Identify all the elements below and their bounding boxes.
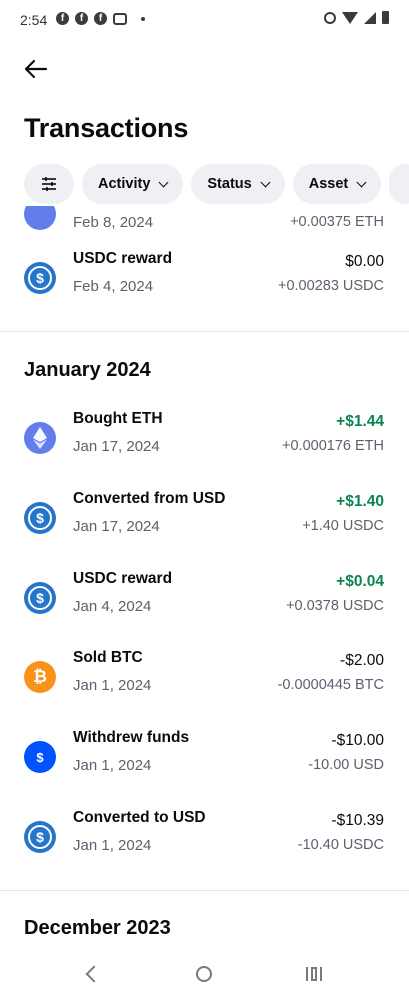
transaction-date: Feb 8, 2024 (73, 214, 154, 231)
transaction-amount: -$2.00 (340, 652, 384, 669)
more-filter-chip[interactable] (389, 164, 409, 204)
signal-icon (364, 11, 376, 24)
transaction-row[interactable]: $ Converted to USD Jan 1, 2024 -$10.39 -… (0, 797, 409, 877)
battery-icon (382, 11, 389, 24)
transaction-date: Jan 1, 2024 (73, 677, 152, 694)
back-button[interactable] (22, 56, 50, 82)
transaction-row[interactable]: $ USDC reward Jan 4, 2024 +$0.04 +0.0378… (0, 558, 409, 638)
transaction-title: USDC reward (73, 250, 173, 267)
transaction-date: Jan 1, 2024 (73, 837, 152, 854)
nav-recents-icon[interactable] (306, 967, 322, 981)
transaction-title: Bought ETH (73, 410, 163, 427)
transaction-date: Jan 17, 2024 (73, 438, 160, 455)
transaction-date: Feb 4, 2024 (73, 278, 154, 295)
transaction-amount: +$1.40 (336, 493, 384, 510)
system-navigation-bar (0, 950, 409, 1000)
eth-icon (24, 206, 56, 230)
facebook-notification-icon: f (94, 12, 107, 25)
transaction-quantity: +1.40 USDC (302, 518, 384, 534)
status-filter-label: Status (207, 176, 252, 192)
transaction-amount: -$10.39 (331, 812, 384, 829)
usd-icon: $ (24, 741, 56, 773)
chevron-down-icon (260, 177, 271, 187)
section-divider (0, 890, 409, 891)
transaction-amount: +$1.44 (336, 413, 384, 430)
transaction-title: Converted from USD (73, 490, 226, 507)
eth-icon (24, 422, 56, 454)
transaction-title: Sold BTC (73, 649, 143, 666)
transaction-quantity: +0.0378 USDC (286, 598, 384, 614)
transaction-date: Jan 17, 2024 (73, 518, 160, 535)
messenger-notification-icon (113, 12, 127, 25)
usdc-icon: $ (24, 821, 56, 853)
more-notifications-dot (141, 16, 145, 21)
facebook-notification-icon: f (56, 12, 69, 25)
transaction-quantity: -0.0000445 BTC (277, 677, 384, 693)
status-bar: 2:54 f f f (0, 0, 409, 40)
status-filter[interactable]: Status (191, 164, 285, 204)
transaction-title: Withdrew funds (73, 729, 190, 746)
filter-settings-button[interactable] (24, 164, 74, 204)
nav-back-icon[interactable] (85, 965, 103, 983)
transaction-quantity: +0.000176 ETH (282, 438, 384, 454)
sliders-icon (42, 177, 56, 191)
page-title: Transactions (24, 113, 189, 143)
usdc-icon: $ (24, 582, 56, 614)
btc-icon: ₿ (24, 661, 56, 693)
status-time: 2:54 (20, 12, 48, 28)
transaction-quantity: +0.00375 ETH (290, 214, 384, 230)
asset-filter[interactable]: Asset (292, 164, 382, 204)
asset-filter-label: Asset (308, 176, 349, 192)
usdc-icon: $ (24, 262, 56, 294)
transaction-quantity: -10.40 USDC (297, 837, 384, 853)
transaction-amount: +$0.04 (336, 573, 384, 590)
nav-home-icon[interactable] (196, 966, 212, 982)
transaction-row[interactable]: $ Converted from USD Jan 17, 2024 +$1.40… (0, 478, 409, 558)
transaction-date: Jan 1, 2024 (73, 757, 152, 774)
transaction-date: Jan 4, 2024 (73, 598, 152, 615)
facebook-notification-icon: f (75, 12, 88, 25)
transaction-row[interactable]: ₿ Sold BTC Jan 1, 2024 -$2.00 -0.0000445… (0, 637, 409, 717)
transaction-amount: $0.00 (345, 253, 384, 270)
notification-icons: f f f (56, 12, 145, 25)
transaction-quantity: -10.00 USD (308, 757, 384, 773)
transaction-title: USDC reward (73, 570, 173, 587)
wifi-icon (342, 11, 358, 24)
transaction-row[interactable]: $ USDC reward Feb 4, 2024 $0.00 +0.00283… (0, 238, 409, 318)
chevron-down-icon (356, 177, 367, 187)
section-divider (0, 331, 409, 332)
activity-filter-label: Activity (98, 176, 151, 192)
arrow-left-icon (24, 59, 48, 79)
transaction-row[interactable]: Bought ETH Jan 17, 2024 +$1.44 +0.000176… (0, 398, 409, 478)
transaction-quantity: +0.00283 USDC (278, 278, 384, 294)
system-icons (324, 11, 389, 24)
transaction-title: Converted to USD (73, 809, 206, 826)
transaction-list[interactable]: Feb 8, 2024 +0.00375 ETH $ USDC reward F… (0, 206, 409, 950)
section-header-january: January 2024 (24, 359, 151, 381)
alarm-icon (324, 11, 336, 24)
chevron-down-icon (158, 177, 169, 187)
usdc-icon: $ (24, 502, 56, 534)
transaction-row[interactable]: $ Withdrew funds Jan 1, 2024 -$10.00 -10… (0, 717, 409, 797)
transaction-amount: -$10.00 (331, 732, 384, 749)
activity-filter[interactable]: Activity (82, 164, 184, 204)
filter-bar: Activity Status Asset (24, 164, 409, 204)
section-header-december: December 2023 (24, 917, 171, 939)
